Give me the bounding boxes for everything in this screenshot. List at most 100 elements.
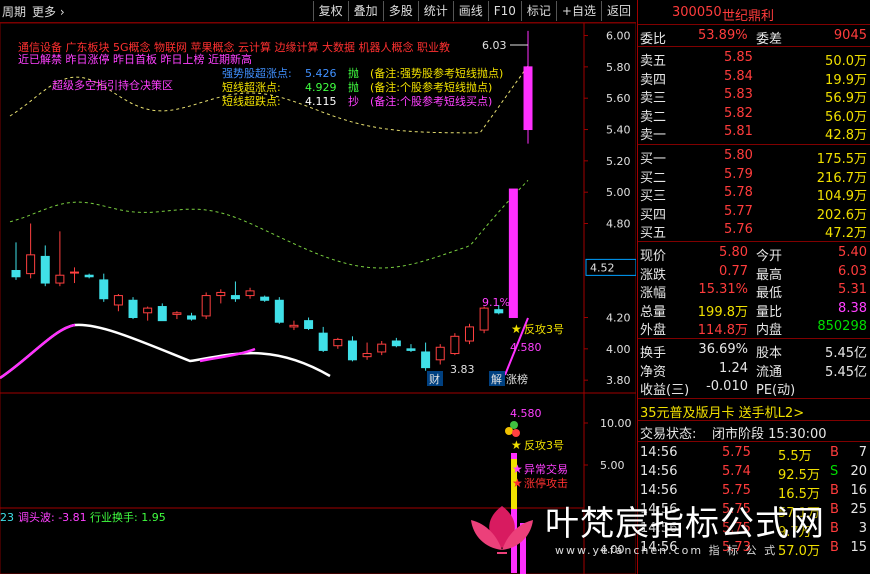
stat2-value: -0.010 [706, 379, 748, 395]
divider [638, 398, 870, 399]
multi-space-label: 超级多空指引持仓决策区 [52, 78, 173, 92]
tiaotoubo-label: 调头波: -3.81 [18, 511, 87, 524]
buy-volume: 202.6万 [816, 207, 867, 223]
toolbar-button-0[interactable]: 复权 [312, 1, 348, 21]
zhangbang-label: 涨榜 [506, 372, 528, 386]
stat-label-2: 最高 [756, 267, 783, 283]
current-price-tag: 4.52 [590, 261, 615, 274]
candle-body-up [435, 346, 445, 361]
candle-body-up [26, 254, 36, 275]
stat-row-1: 涨跌 0.77 最高 6.03 [638, 263, 870, 283]
buy-price: 5.76 [724, 222, 753, 238]
stat-row-4: 外盘 114.8万 内盘 850298 [638, 318, 870, 339]
candle-body-down [99, 279, 109, 300]
toolbar-button-8[interactable]: 返回 [600, 1, 636, 21]
candle-body-up [523, 66, 533, 131]
stat-value: 114.8万 [697, 323, 748, 339]
stat-label-2: 量比 [756, 304, 783, 320]
buy-label: 买一 [640, 152, 667, 167]
trend-curve-magenta-mid [199, 347, 256, 363]
toolbar-button-4[interactable]: 画线 [452, 1, 488, 21]
stat2-label-2: 流通 [756, 364, 783, 380]
candle-body-down [128, 299, 138, 319]
tick-time: 14:56 [640, 464, 678, 479]
signal-label: 强势股超涨点: [222, 66, 292, 80]
tick-count: 7 [858, 445, 867, 460]
candle-body-up [216, 291, 226, 297]
toolbar-button-6[interactable]: 标记 [520, 1, 556, 21]
candle-body-up [201, 295, 211, 317]
sell-price: 5.85 [724, 50, 753, 65]
price-tick-label: 6.00 [606, 30, 631, 43]
signal-tag: 抛 [348, 80, 359, 94]
promo-banner: 35元普及版月卡 送手机L2> [638, 401, 870, 421]
stat-label: 涨跌 [640, 267, 667, 283]
buy-volume: 47.2万 [825, 226, 867, 242]
period-button[interactable]: 周期 [2, 3, 26, 20]
candle-body-up [464, 326, 474, 342]
watermark: 叶梵宸指标公式网 www.yefanchen.com 指 标 公 式 [465, 492, 870, 574]
zhangting-label: 涨停攻击 [524, 476, 568, 490]
stat2-label-2: 股本 [756, 346, 783, 361]
signal-value: 5.426 [305, 67, 337, 80]
candle-body-up [377, 343, 387, 353]
candle-body-down [230, 295, 240, 300]
sell-row-4: 卖四 5.84 19.9万 [638, 68, 870, 88]
stat2-row-0: 换手 36.69% 股本 5.45亿 [638, 341, 870, 361]
sell-row-5: 卖五 5.85 50.0万 [638, 49, 870, 69]
stat-label: 现价 [640, 249, 667, 264]
candle-body-down [11, 270, 21, 278]
signal-note: (备注:个股参考短线抛点) [370, 80, 492, 94]
buy-volume: 175.5万 [816, 152, 867, 167]
stat-value-2: 8.38 [838, 300, 867, 316]
toolbar-button-7[interactable]: +自选 [555, 1, 601, 21]
candle-body-up [479, 307, 489, 331]
stat2-label: 收益(三) [640, 383, 690, 399]
tick-side: B [830, 445, 839, 460]
lower-level-label: 4.580 [510, 407, 542, 420]
sell-row-1: 卖一 5.81 42.8万 [638, 123, 870, 144]
sell-price: 5.83 [724, 87, 753, 103]
price-tick-label: 5.20 [606, 155, 631, 168]
toolbar-button-3[interactable]: 统计 [417, 1, 453, 21]
star-icon: ★ [511, 322, 522, 336]
level-label: 4.580 [510, 341, 542, 354]
buy-label: 买五 [640, 226, 667, 242]
toolbar-button-2[interactable]: 多股 [382, 1, 418, 21]
more-button[interactable]: 更多 › [32, 3, 65, 20]
signal-dot-red [512, 429, 520, 437]
candle-body-up [508, 188, 518, 319]
concepts-text-2: 近已解禁 昨日涨停 昨日首板 昨日上榜 近期新高 [18, 52, 252, 66]
sell-volume: 50.0万 [825, 54, 867, 69]
divider [638, 241, 870, 242]
signal-value: 4.929 [305, 81, 337, 94]
stat-label: 总量 [640, 304, 667, 320]
candle-body-up [70, 271, 80, 274]
signal-tag: 抄 [348, 94, 359, 108]
weibi-label: 委比 [640, 32, 667, 47]
price-tick-label: 4.20 [606, 312, 631, 325]
candle-body-down [494, 309, 504, 314]
jie-label: 解 [491, 372, 502, 386]
sell-row-3: 卖三 5.83 56.9万 [638, 86, 870, 106]
sell-volume: 42.8万 [825, 128, 867, 144]
buy-row-3: 买三 5.78 104.9万 [638, 184, 870, 204]
candle-body-down [260, 296, 270, 301]
watermark-text: 叶梵宸指标公式网 [545, 504, 825, 544]
toolbar-button-5[interactable]: F10 [487, 1, 521, 21]
stock-code: 300050 [672, 5, 722, 20]
stat-label-2: 内盘 [756, 323, 783, 339]
buy-price: 5.80 [724, 148, 753, 163]
toolbar-button-1[interactable]: 叠加 [347, 1, 383, 21]
candle-body-down [157, 306, 167, 322]
stat-value-2: 850298 [817, 319, 867, 335]
sell-label: 卖二 [640, 109, 667, 125]
price-tick-label: 5.80 [606, 61, 631, 74]
candle-body-down [304, 320, 314, 329]
sell-volume: 19.9万 [825, 72, 867, 88]
status-value: 闭市阶段 15:30:00 [712, 427, 827, 442]
sell-label: 卖五 [640, 54, 667, 69]
sell-price: 5.84 [724, 68, 753, 84]
weicha-value: 9045 [833, 28, 867, 43]
yichang-label: 异常交易 [524, 462, 568, 476]
